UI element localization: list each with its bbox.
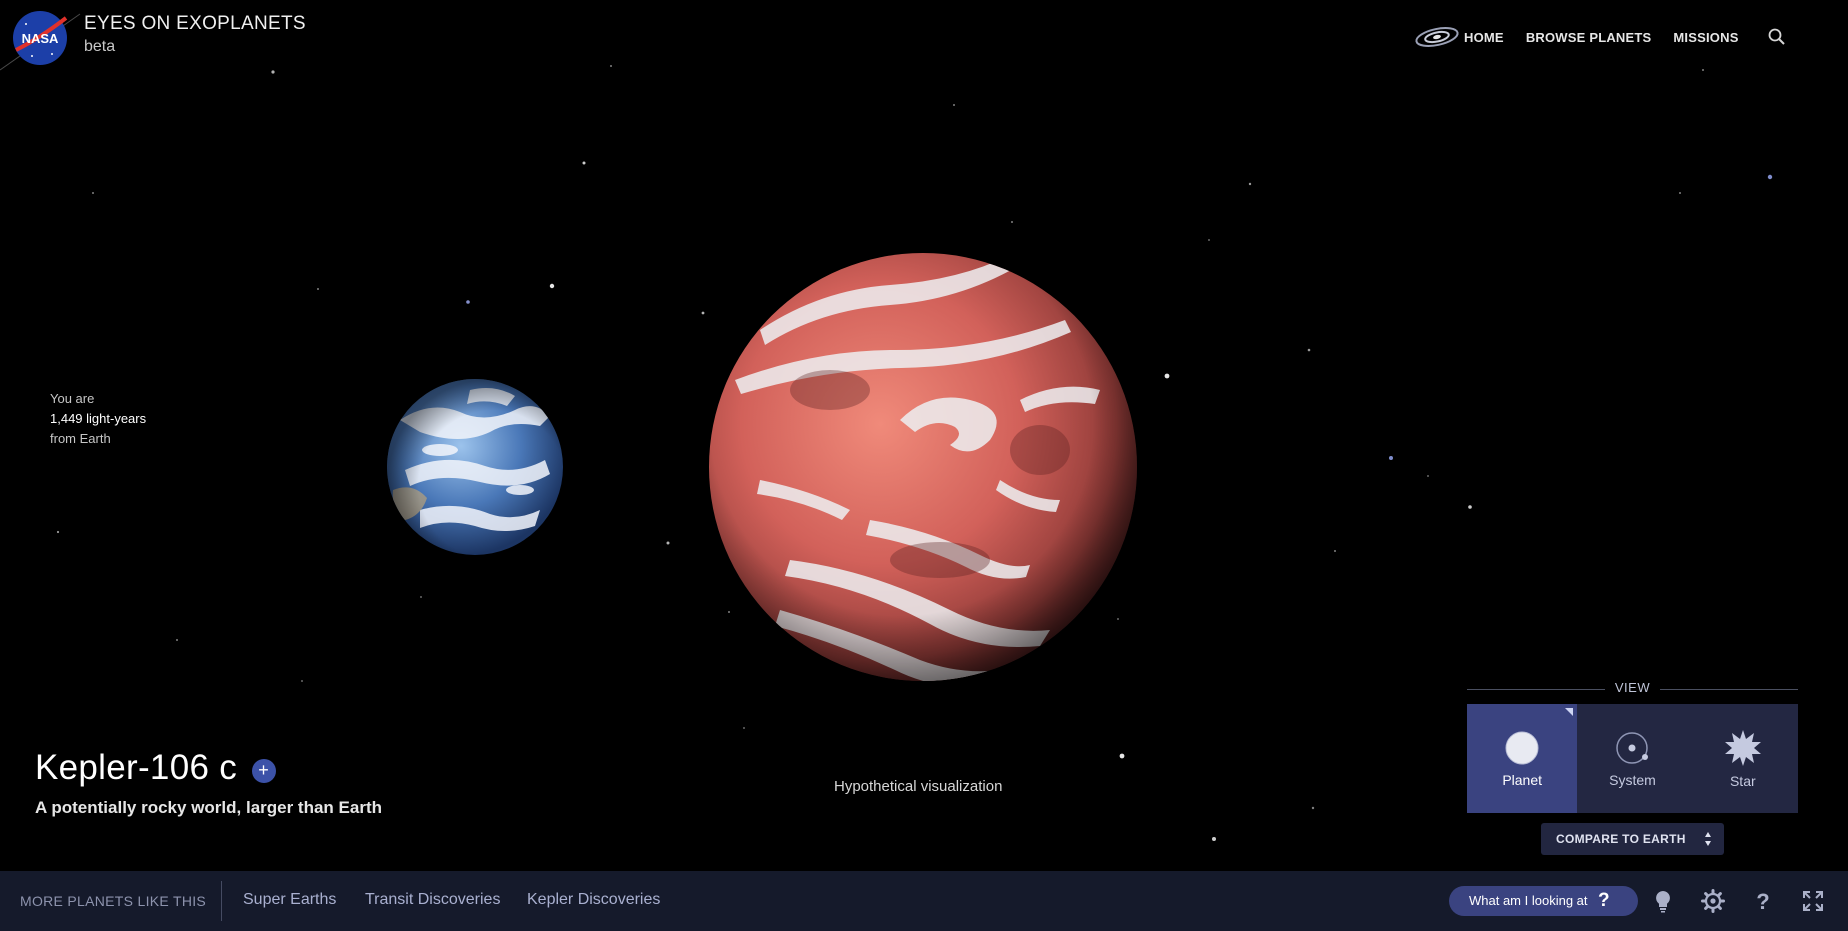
distance-line-3: from Earth — [50, 431, 111, 446]
nav-missions[interactable]: MISSIONS — [1673, 30, 1738, 45]
earth-visual — [387, 379, 563, 555]
view-buttons: Planet System Star — [1467, 704, 1798, 813]
lightbulb-icon[interactable] — [1651, 889, 1675, 913]
compare-to-earth-select[interactable]: COMPARE TO EARTH — [1541, 823, 1724, 855]
add-planet-button[interactable]: + — [251, 759, 276, 783]
active-corner-marker — [1565, 708, 1574, 716]
planet-icon — [1505, 731, 1539, 764]
link-kepler-discoveries[interactable]: Kepler Discoveries — [527, 891, 660, 909]
link-transit-discoveries[interactable]: Transit Discoveries — [365, 891, 500, 909]
fullscreen-icon[interactable] — [1801, 889, 1825, 913]
select-arrows-icon — [1705, 832, 1711, 846]
view-system-button[interactable]: System — [1577, 704, 1687, 813]
view-planet-label: Planet — [1502, 771, 1543, 788]
compare-label: COMPARE TO EARTH — [1556, 832, 1686, 846]
help-pill-question-icon: ? — [1598, 890, 1610, 911]
distance-line-1: You are — [50, 391, 95, 406]
nav-home[interactable]: HOME — [1464, 30, 1504, 45]
visualization-note: Hypothetical visualization — [834, 778, 1003, 795]
search-icon[interactable] — [1767, 27, 1787, 47]
app-subtitle: beta — [84, 38, 116, 55]
header: NASA EYES ON EXOPLANETS beta HOME BROWSE… — [0, 0, 1848, 80]
app-title[interactable]: EYES ON EXOPLANETS — [84, 13, 306, 35]
view-system-label: System — [1609, 771, 1656, 788]
view-panel: VIEW Planet System Star — [1467, 680, 1798, 813]
bottom-bar: MORE PLANETS LIKE THIS Super Earths Tran… — [0, 871, 1848, 931]
view-planet-button[interactable]: Planet — [1467, 704, 1578, 813]
what-am-i-looking-at-button[interactable]: What am I looking at ? — [1449, 886, 1638, 916]
planet-name: Kepler-106 c — [35, 748, 238, 787]
gear-icon[interactable] — [1701, 889, 1725, 913]
star-icon — [1724, 729, 1761, 766]
main-nav: HOME BROWSE PLANETS MISSIONS — [1414, 24, 1787, 50]
distance-value: 1,449 light-years — [50, 411, 147, 426]
more-planets-title: MORE PLANETS LIKE THIS — [20, 893, 207, 909]
galaxy-icon[interactable] — [1414, 24, 1460, 50]
svg-text:?: ? — [1756, 889, 1769, 913]
nav-browse-planets[interactable]: BROWSE PLANETS — [1526, 30, 1652, 45]
system-icon — [1616, 731, 1649, 764]
distance-readout: You are 1,449 light-years from Earth — [50, 389, 146, 449]
link-super-earths[interactable]: Super Earths — [243, 891, 336, 909]
nasa-logo-text: NASA — [22, 31, 59, 46]
view-star-label: Star — [1729, 772, 1756, 789]
exoplanet-visual — [709, 253, 1137, 681]
view-label-text: VIEW — [1608, 680, 1657, 695]
view-label: VIEW — [1467, 680, 1798, 696]
nasa-logo[interactable]: NASA — [12, 10, 68, 66]
help-pill-label: What am I looking at — [1469, 893, 1588, 908]
view-star-button[interactable]: Star — [1688, 704, 1798, 813]
planet-info: Kepler-106 c + A potentially rocky world… — [35, 748, 382, 818]
help-icon[interactable]: ? — [1751, 889, 1775, 913]
bottom-divider — [221, 881, 222, 921]
planet-description: A potentially rocky world, larger than E… — [35, 798, 382, 817]
